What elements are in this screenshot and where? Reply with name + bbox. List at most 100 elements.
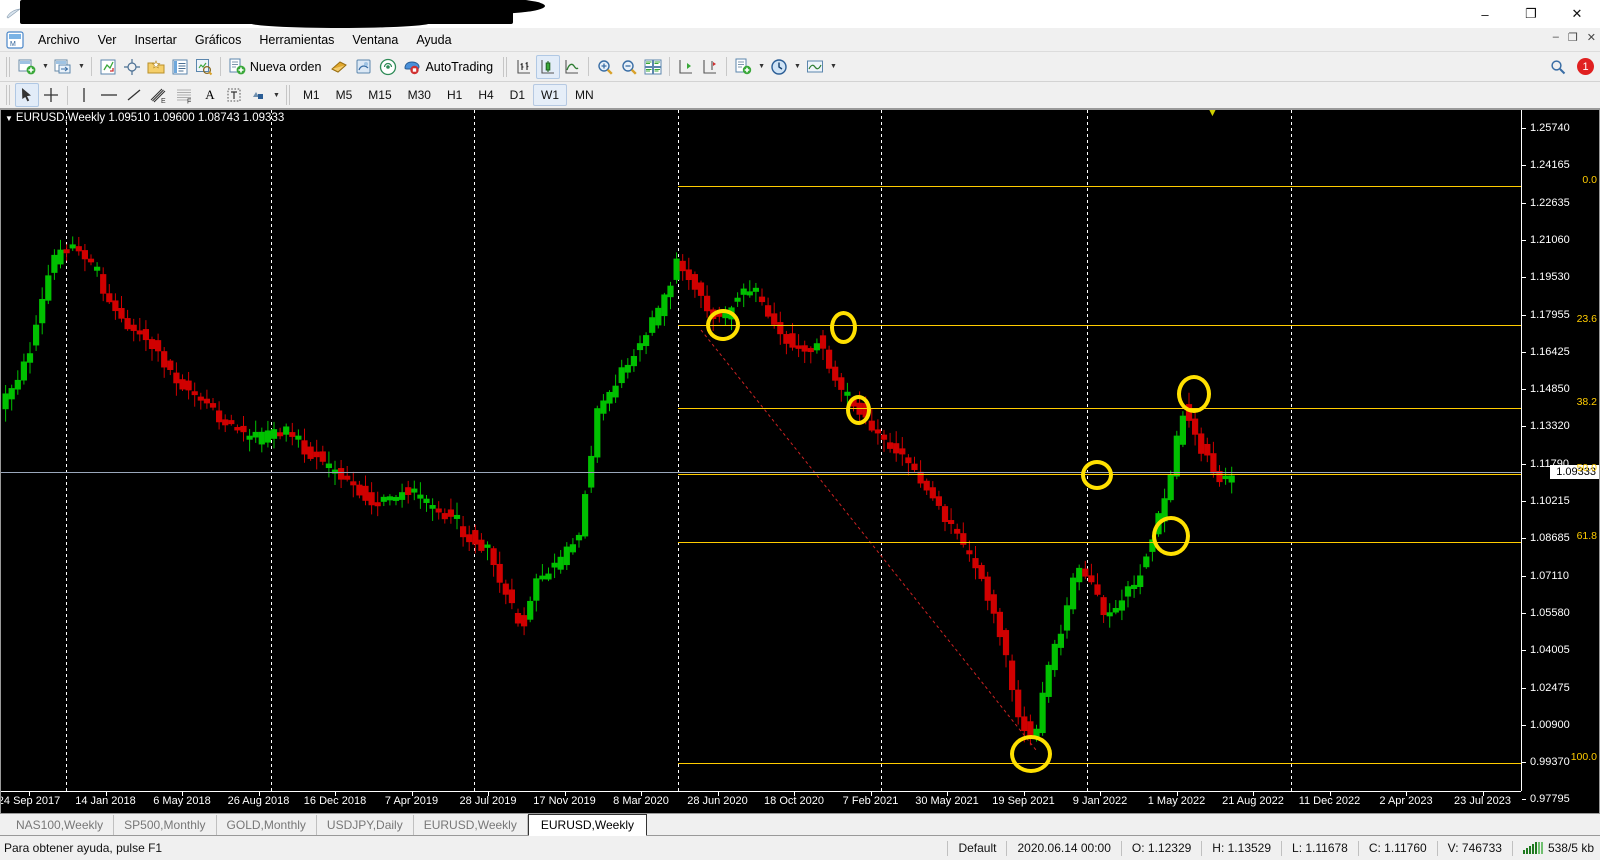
timeframe-d1[interactable]: D1: [502, 84, 533, 106]
chart-area[interactable]: ▼ EURUSD,Weekly 1.09510 1.09600 1.08743 1…: [0, 109, 1600, 814]
fib-level-line-38: [678, 408, 1521, 409]
window-close-button[interactable]: ✕: [1554, 0, 1600, 28]
status-separator: [1201, 840, 1203, 856]
mdi-window-controls: – ❐ ✕: [1553, 31, 1596, 44]
candlestick-chart-button[interactable]: [536, 54, 561, 79]
mql5-community-button[interactable]: [352, 55, 376, 79]
notifications-badge[interactable]: 1: [1577, 58, 1594, 75]
data-window-button[interactable]: [192, 55, 216, 79]
fib-label-38: 38.2: [1576, 396, 1597, 408]
indicators-dropdown-icon[interactable]: ▼: [828, 63, 839, 70]
timeframe-mn[interactable]: MN: [567, 84, 602, 106]
window-controls: – ❐ ✕: [1462, 0, 1600, 28]
price-axis[interactable]: 1.25740 1.24165 1.22635 1.21060 1.19530 1.179…: [1521, 110, 1599, 805]
cursor-icon[interactable]: [15, 83, 39, 107]
timeframe-grip[interactable]: [284, 85, 292, 105]
fibonacci-retracement-icon[interactable]: F: [172, 83, 198, 107]
trendline-icon[interactable]: [122, 83, 146, 107]
timeframe-m15[interactable]: M15: [360, 84, 399, 106]
menu-archivo[interactable]: Archivo: [29, 30, 89, 50]
annotation-ellipse: [830, 311, 857, 344]
equidistant-channel-icon[interactable]: E: [146, 83, 172, 107]
mdi-restore-button[interactable]: ❐: [1568, 31, 1578, 44]
menu-insertar[interactable]: Insertar: [125, 30, 185, 50]
menu-ventana[interactable]: Ventana: [343, 30, 407, 50]
menu-ayuda[interactable]: Ayuda: [407, 30, 460, 50]
date-tick-label: 6 May 2018: [153, 795, 211, 807]
trendline-overlay: [700, 329, 1037, 751]
crosshair-target-button[interactable]: [120, 55, 144, 79]
chart-plot[interactable]: ▼: [1, 110, 1521, 791]
text-icon[interactable]: A: [198, 83, 222, 107]
templates-dropdown-icon[interactable]: ▼: [756, 63, 767, 70]
toolbar-grip[interactable]: [5, 56, 12, 77]
chart-tab-eurusd-1[interactable]: EURUSD,Weekly: [414, 815, 528, 835]
profiles-dropdown-icon[interactable]: ▼: [76, 63, 87, 70]
timeframe-m1[interactable]: M1: [295, 84, 328, 106]
autotrading-button[interactable]: AutoTrading: [400, 55, 499, 79]
window-maximize-button[interactable]: ❐: [1508, 0, 1554, 28]
status-separator: [1281, 840, 1283, 856]
chart-shift-button[interactable]: [674, 55, 698, 79]
menu-ver[interactable]: Ver: [89, 30, 126, 50]
chart-tab-usdjpy[interactable]: USDJPY,Daily: [317, 815, 414, 835]
status-profile[interactable]: Default: [958, 841, 996, 855]
text-label-icon[interactable]: [222, 83, 246, 107]
new-chart-button[interactable]: [15, 55, 39, 79]
timeframe-m30[interactable]: M30: [400, 84, 439, 106]
signals-button[interactable]: [376, 55, 400, 79]
market-watch-button[interactable]: [96, 55, 120, 79]
fib-label-100: 100.0: [1570, 751, 1597, 763]
mdi-close-button[interactable]: ✕: [1587, 31, 1596, 44]
status-low: L: 1.11678: [1292, 841, 1348, 855]
tools-grip[interactable]: [5, 85, 12, 105]
shapes-dropdown-icon[interactable]: ▼: [271, 92, 282, 99]
window-minimize-button[interactable]: –: [1462, 0, 1508, 28]
indicators-button[interactable]: [803, 55, 827, 79]
zoom-in-button[interactable]: [593, 55, 617, 79]
chart-tab-sp500[interactable]: SP500,Monthly: [114, 815, 217, 835]
toolbar-separator-2: [219, 57, 221, 76]
chart-tab-eurusd-2[interactable]: EURUSD,Weekly: [527, 814, 647, 836]
chart-collapse-icon[interactable]: ▼: [5, 114, 13, 123]
date-tick-label: 21 Aug 2022: [1222, 795, 1284, 807]
toolbar-grip-2[interactable]: [502, 56, 510, 77]
svg-text:E: E: [161, 98, 166, 104]
chart-tab-nas100[interactable]: NAS100,Weekly: [6, 815, 115, 835]
timeframe-h1[interactable]: H1: [439, 84, 470, 106]
new-chart-dropdown-icon[interactable]: ▼: [40, 63, 51, 70]
auto-scroll-button[interactable]: [698, 55, 722, 79]
metaeditor-button[interactable]: [327, 55, 352, 79]
chart-tab-gold[interactable]: GOLD,Monthly: [217, 815, 317, 835]
autotrading-label: AutoTrading: [425, 59, 494, 74]
chart-header: ▼ EURUSD,Weekly 1.09510 1.09600 1.08743 1…: [5, 112, 284, 124]
date-axis[interactable]: 24 Sep 2017 14 Jan 2018 6 May 2018 26 Aug 2…: [1, 791, 1521, 813]
date-tick-label: 8 Mar 2020: [613, 795, 669, 807]
vertical-line-icon[interactable]: [72, 83, 96, 107]
profiles-button[interactable]: [51, 55, 75, 79]
periods-dropdown-icon[interactable]: ▼: [792, 63, 803, 70]
templates-button[interactable]: [731, 55, 755, 79]
new-order-button[interactable]: Nueva orden: [225, 55, 328, 79]
fib-label-23: 23.6: [1576, 313, 1597, 325]
shapes-icon[interactable]: [246, 83, 270, 107]
navigator-button[interactable]: [144, 55, 168, 79]
menu-herramientas[interactable]: Herramientas: [250, 30, 343, 50]
terminal-button[interactable]: [168, 55, 192, 79]
menu-graficos[interactable]: Gráficos: [186, 30, 251, 50]
status-bar: Para obtener ayuda, pulse F1 Default 202…: [0, 836, 1600, 860]
zoom-out-button[interactable]: [617, 55, 641, 79]
line-chart-button[interactable]: [560, 55, 584, 79]
bar-chart-button[interactable]: [512, 55, 536, 79]
chart-header-text: EURUSD,Weekly 1.09510 1.09600 1.08743 1.…: [15, 112, 285, 124]
horizontal-line-icon[interactable]: [96, 83, 122, 107]
timeframe-m5[interactable]: M5: [328, 84, 361, 106]
periods-button[interactable]: [767, 55, 791, 79]
date-tick-label: 7 Feb 2021: [842, 795, 899, 807]
crosshair-icon[interactable]: [39, 83, 63, 107]
timeframe-w1[interactable]: W1: [533, 84, 567, 106]
mdi-minimize-button[interactable]: –: [1553, 31, 1559, 44]
search-icon[interactable]: [1546, 55, 1570, 79]
timeframe-h4[interactable]: H4: [470, 84, 501, 106]
tile-windows-button[interactable]: [641, 55, 665, 79]
